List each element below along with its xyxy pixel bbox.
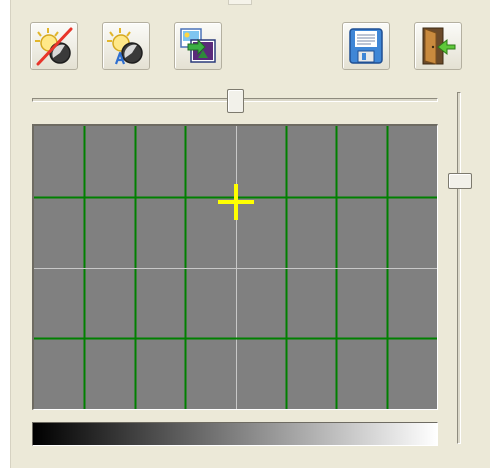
exit-door-icon (422, 27, 456, 65)
auto-exposure-icon (107, 28, 143, 65)
vertical-slider-track[interactable] (457, 92, 461, 444)
save-button[interactable] (342, 22, 390, 70)
vertical-slider-thumb[interactable] (448, 173, 472, 189)
auto-exposure-button[interactable] (102, 22, 150, 70)
window-tab-stub (228, 0, 252, 5)
horizontal-slider-thumb[interactable] (227, 89, 244, 113)
exposure-off-button[interactable] (30, 22, 78, 70)
exit-button[interactable] (414, 22, 462, 70)
grid-overlay (34, 126, 437, 409)
image-grid-display[interactable] (32, 124, 438, 410)
picture-import-button[interactable] (174, 22, 222, 70)
save-icon (349, 28, 383, 64)
grayscale-gradient-bar (32, 422, 438, 446)
picture-import-icon (180, 28, 216, 63)
exposure-off-icon (35, 27, 73, 66)
